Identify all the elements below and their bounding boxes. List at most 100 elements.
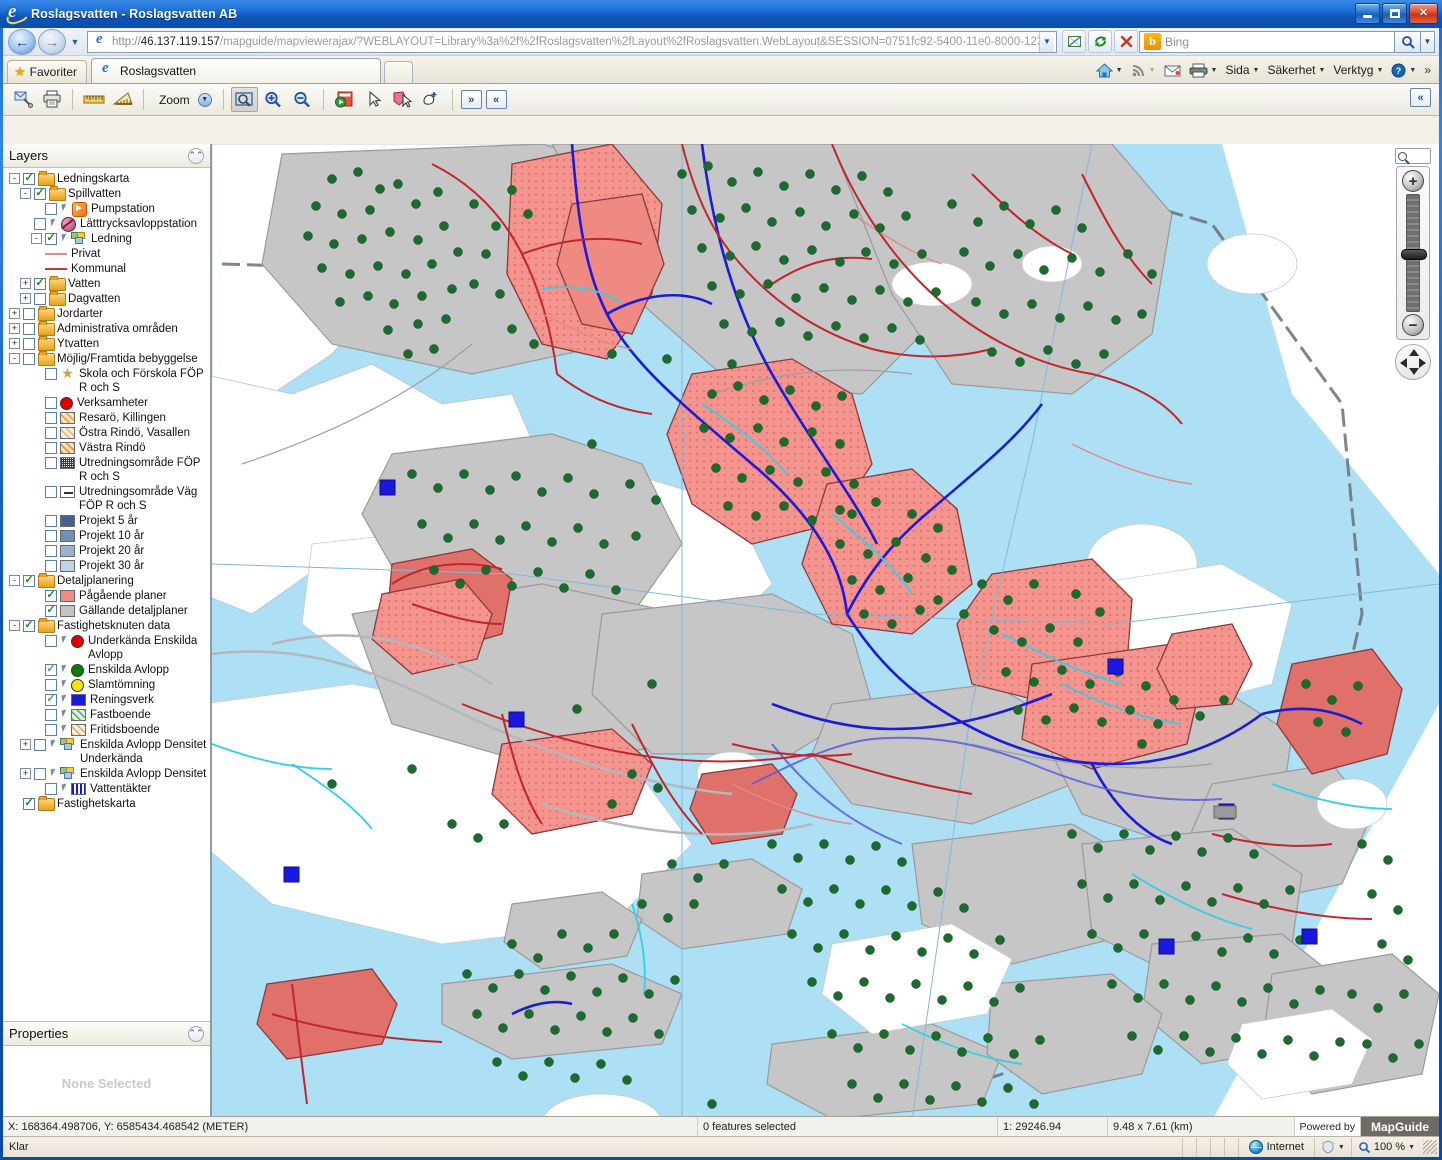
layer-row[interactable]: Utredningsområde Väg FÖP R och S: [9, 485, 210, 513]
layer-row[interactable]: - Fastighetsknuten data: [9, 618, 210, 633]
select-radius-icon[interactable]: [418, 87, 445, 112]
layer-row[interactable]: Slamtömning: [9, 678, 210, 692]
layer-checkbox[interactable]: [23, 173, 35, 185]
zoom-level-control[interactable]: 100 % ▼: [1350, 1137, 1423, 1157]
layer-row[interactable]: Projekt 10 år: [9, 529, 210, 543]
layer-row[interactable]: + Enskilda Avlopp Densitet Underkända: [9, 738, 210, 766]
menu-verktyg[interactable]: Verktyg ▼: [1329, 60, 1387, 81]
tree-expander[interactable]: -: [9, 575, 20, 586]
layer-checkbox[interactable]: [23, 338, 35, 350]
layer-row[interactable]: + Vatten: [9, 276, 210, 291]
layer-checkbox[interactable]: [34, 188, 46, 200]
layer-checkbox[interactable]: [45, 515, 57, 527]
layer-checkbox[interactable]: [23, 323, 35, 335]
tree-expander[interactable]: +: [9, 338, 20, 349]
resize-grip[interactable]: [1423, 1140, 1437, 1154]
help-button[interactable]: ? ▼: [1387, 60, 1420, 81]
layer-row[interactable]: Privat: [9, 247, 210, 261]
minimize-button[interactable]: [1355, 3, 1380, 24]
zoom-out-button[interactable]: −: [1402, 314, 1424, 336]
address-dropdown-icon[interactable]: ▼: [1039, 31, 1054, 52]
layer-checkbox[interactable]: [34, 739, 46, 751]
toolbar-next-button[interactable]: »: [460, 90, 482, 109]
layer-checkbox[interactable]: [45, 590, 57, 602]
address-bar[interactable]: http://46.137.119.157/mapguide/mapviewer…: [87, 30, 1057, 53]
layer-row[interactable]: Pumpstation: [9, 202, 210, 217]
layer-row[interactable]: Verksamheter: [9, 396, 210, 410]
tree-expander[interactable]: -: [20, 188, 31, 199]
layer-row[interactable]: Projekt 30 år: [9, 559, 210, 573]
recent-pages-button[interactable]: ▼: [67, 37, 83, 47]
select-polygon-icon[interactable]: [389, 87, 416, 112]
layer-row[interactable]: - Ledning: [9, 232, 210, 246]
layer-row[interactable]: Reningsverk: [9, 693, 210, 707]
zoom-in-icon[interactable]: [260, 87, 287, 112]
layer-checkbox[interactable]: [34, 278, 46, 290]
tab-roslagsvatten[interactable]: Roslagsvatten: [91, 58, 381, 83]
initial-view-icon[interactable]: [331, 87, 358, 112]
layer-checkbox[interactable]: [45, 412, 57, 424]
layer-row[interactable]: Pågående planer: [9, 589, 210, 603]
layer-row[interactable]: ★ Skola och Förskola FÖP R och S: [9, 366, 210, 395]
layer-row[interactable]: + Administrativa områden: [9, 321, 210, 336]
commandbar-overflow[interactable]: »: [1420, 60, 1435, 81]
layer-checkbox[interactable]: [45, 605, 57, 617]
layer-checkbox[interactable]: [34, 768, 46, 780]
tree-expander[interactable]: -: [9, 353, 20, 364]
layer-row[interactable]: - Ledningskarta: [9, 171, 210, 186]
maximize-button[interactable]: [1382, 3, 1407, 24]
layer-row[interactable]: Kommunal: [9, 262, 210, 276]
layer-checkbox[interactable]: [45, 724, 57, 736]
compatibility-view-button[interactable]: [1062, 30, 1086, 53]
layer-checkbox[interactable]: [45, 203, 57, 215]
layer-checkbox[interactable]: [45, 709, 57, 721]
measure-icon[interactable]: [80, 87, 107, 112]
tree-expander[interactable]: -: [9, 620, 20, 631]
zoom-in-button[interactable]: +: [1402, 170, 1424, 192]
pan-right-button[interactable]: [1419, 358, 1426, 368]
layer-row[interactable]: Enskilda Avlopp: [9, 663, 210, 677]
layer-row[interactable]: - Möjlig/Framtida bebyggelse: [9, 351, 210, 366]
layer-checkbox[interactable]: [45, 457, 57, 469]
menu-sakerhet[interactable]: Säkerhet ▼: [1263, 60, 1329, 81]
zoom-slider[interactable]: + −: [1396, 166, 1430, 340]
zoom-out-icon[interactable]: [289, 87, 316, 112]
collapse-right-panel-button[interactable]: «: [1410, 88, 1431, 107]
new-tab-button[interactable]: [384, 61, 413, 83]
security-zone[interactable]: Internet: [1237, 1137, 1314, 1157]
layer-checkbox[interactable]: [45, 442, 57, 454]
chevron-up-icon[interactable]: ⌃⌃: [188, 147, 204, 164]
layer-row[interactable]: - Spillvatten: [9, 186, 210, 201]
pan-left-button[interactable]: [1400, 358, 1407, 368]
layer-checkbox[interactable]: [23, 798, 35, 810]
layer-row[interactable]: + Dagvatten: [9, 291, 210, 306]
stop-button[interactable]: [1114, 30, 1138, 53]
layer-checkbox[interactable]: [23, 620, 35, 632]
layer-checkbox[interactable]: [45, 530, 57, 542]
home-dropdown-icon[interactable]: ▼: [1116, 67, 1123, 74]
tree-expander[interactable]: +: [9, 308, 20, 319]
pan-down-button[interactable]: [1409, 368, 1419, 375]
layer-checkbox[interactable]: [45, 635, 57, 647]
search-button[interactable]: [1395, 30, 1421, 53]
feeds-button[interactable]: ▼: [1127, 60, 1160, 81]
pan-arrows-icon[interactable]: [1395, 344, 1431, 380]
map-canvas[interactable]: + −: [211, 144, 1439, 1121]
chevron-down-icon[interactable]: ▼: [1338, 1144, 1345, 1151]
layer-checkbox[interactable]: [45, 368, 57, 380]
mail-button[interactable]: [1160, 60, 1185, 81]
layer-row[interactable]: Östra Rindö, Vasallen: [9, 426, 210, 440]
layer-checkbox[interactable]: [45, 233, 57, 245]
layer-checkbox[interactable]: [23, 308, 35, 320]
search-box[interactable]: b Bing: [1139, 30, 1395, 53]
layer-row[interactable]: Utredningsområde FÖP R och S: [9, 456, 210, 484]
search-dropdown-button[interactable]: ▼: [1421, 30, 1435, 53]
chevron-down-icon[interactable]: ▼: [1408, 1144, 1415, 1151]
zoom-slider-thumb[interactable]: [1401, 249, 1427, 260]
tree-expander[interactable]: +: [20, 293, 31, 304]
layer-checkbox[interactable]: [45, 664, 57, 676]
layer-checkbox[interactable]: [45, 545, 57, 557]
tree-expander[interactable]: -: [9, 173, 20, 184]
layer-row[interactable]: + Enskilda Avlopp Densitet: [9, 767, 210, 781]
tree-expander[interactable]: +: [20, 768, 31, 779]
